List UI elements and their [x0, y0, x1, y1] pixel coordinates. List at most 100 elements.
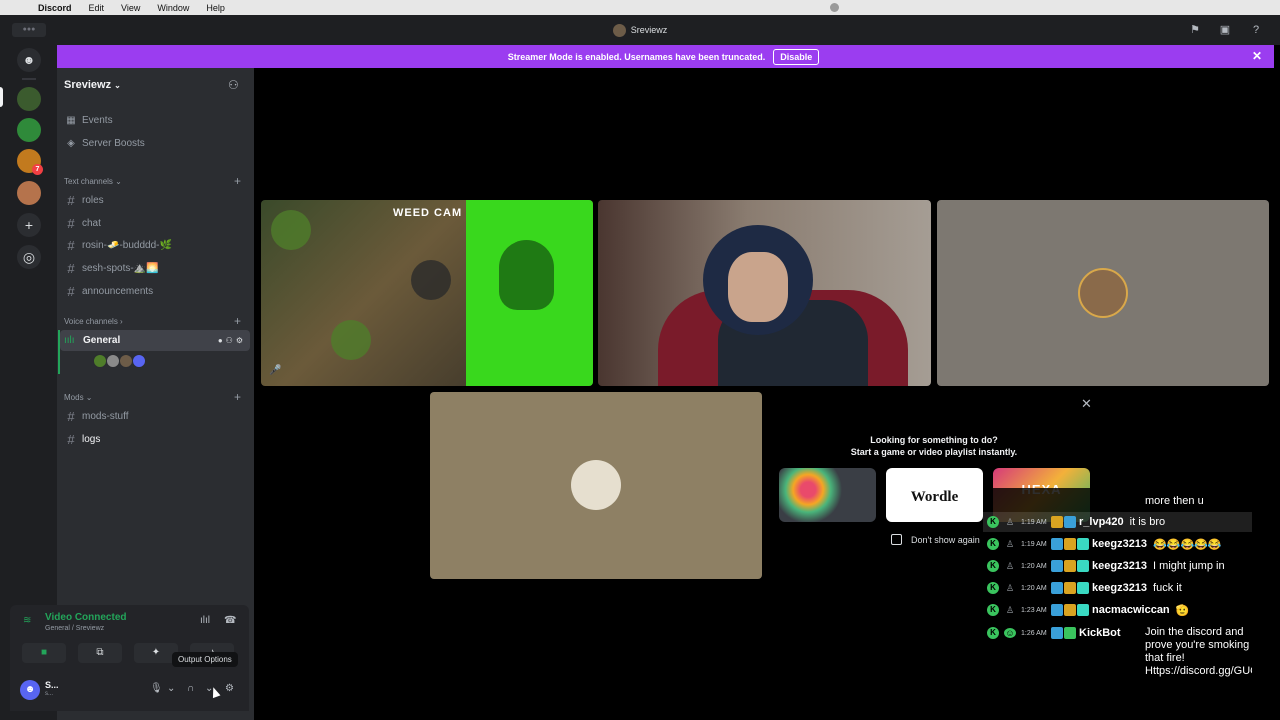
- channel-name: logs: [82, 433, 101, 445]
- sidebar-item-label: Events: [82, 114, 113, 126]
- channel-name: rosin-🧈-budddd-🌿: [82, 239, 172, 251]
- channel-chat[interactable]: # chat: [63, 213, 247, 233]
- user-avatar[interactable]: ☻: [20, 680, 40, 700]
- voice-user-avatar[interactable]: [119, 354, 133, 368]
- inbox-flag-icon[interactable]: ⚑: [1187, 22, 1203, 38]
- channel-mods-stuff[interactable]: # mods-stuff: [63, 406, 247, 426]
- hash-icon: #: [67, 408, 75, 424]
- platform-icon: K: [987, 538, 999, 550]
- video-tile-avatar[interactable]: [937, 200, 1269, 386]
- server-icon[interactable]: [17, 87, 41, 111]
- menu-help[interactable]: Help: [206, 3, 225, 13]
- invite-people-icon[interactable]: ⚇: [228, 78, 239, 92]
- add-channel-icon[interactable]: +: [234, 174, 241, 188]
- voice-channel-general[interactable]: ıılı General ●⚇⚙: [60, 330, 250, 351]
- menu-discord[interactable]: Discord: [38, 3, 72, 13]
- channel-tools-icons[interactable]: ●⚇⚙: [218, 336, 246, 345]
- headphones-icon[interactable]: ∩: [187, 683, 194, 694]
- disable-button[interactable]: Disable: [773, 48, 820, 65]
- user-name[interactable]: S...: [45, 680, 59, 690]
- category-text-channels[interactable]: Text channels ⌄: [64, 177, 122, 186]
- video-tile-weed-cam[interactable]: WEED CAM 🎤: [261, 200, 593, 386]
- menu-edit[interactable]: Edit: [89, 3, 105, 13]
- menu-view[interactable]: View: [121, 3, 140, 13]
- activity-card-puzzle[interactable]: [779, 468, 876, 522]
- active-server-pill: [0, 87, 3, 107]
- voice-user-avatar[interactable]: [106, 354, 120, 368]
- channel-announcements[interactable]: # announcements: [63, 281, 247, 301]
- banner-text: Streamer Mode is enabled. Usernames have…: [507, 51, 766, 62]
- activity-heading: Looking for something to do?: [870, 435, 998, 445]
- chat-message: K ♙ 1:20 AM keegz3213 fuck it: [983, 578, 1252, 598]
- user-badges: [1051, 604, 1089, 616]
- disconnect-icon[interactable]: ☎: [224, 615, 236, 626]
- dont-show-again-checkbox[interactable]: Don't show again: [891, 534, 980, 545]
- sidebar-item-server-boosts[interactable]: ◈ Server Boosts: [63, 133, 145, 153]
- server-icon[interactable]: [17, 118, 41, 142]
- voice-location[interactable]: General / Sreviewz: [45, 625, 104, 632]
- signal-icon[interactable]: ≋: [23, 615, 31, 626]
- message-author: KickBot: [1079, 627, 1121, 639]
- server-name-header[interactable]: Sreviewz ⌄: [64, 79, 121, 91]
- window-title: Sreviewz: [630, 25, 668, 35]
- category-label: Voice channels: [64, 317, 118, 326]
- channel-roles[interactable]: # roles: [63, 190, 247, 210]
- hash-icon: #: [67, 260, 75, 276]
- server-icon[interactable]: [17, 181, 41, 205]
- channel-name: announcements: [82, 285, 154, 297]
- close-icon[interactable]: ✕: [1081, 396, 1092, 412]
- category-mods[interactable]: Mods ⌄: [64, 393, 93, 402]
- user-avatar: [571, 460, 621, 510]
- leaf-decoration: [331, 320, 371, 360]
- cam-label: WEED CAM: [393, 207, 463, 219]
- video-tile-avatar[interactable]: [430, 392, 762, 579]
- leaf-decoration: [271, 210, 311, 250]
- sidebar-item-events[interactable]: ▦ Events: [63, 110, 113, 130]
- hash-icon: #: [67, 192, 75, 208]
- channel-rosin[interactable]: # rosin-🧈-budddd-🌿: [63, 235, 247, 255]
- user-avatar: [1078, 268, 1128, 318]
- activity-card-wordle[interactable]: Wordle: [886, 468, 983, 522]
- notification-badge: 7: [32, 164, 43, 175]
- screen-share-icon[interactable]: ▣: [1217, 22, 1233, 38]
- microphone-icon[interactable]: 🎙: [150, 683, 163, 694]
- noise-suppression-icon[interactable]: ılıl: [200, 615, 210, 626]
- category-voice-channels[interactable]: Voice channels ›: [64, 317, 123, 326]
- user-badges: [1051, 516, 1076, 528]
- chat-message: K ♙ 1:23 AM nacmacwiccan 🫡: [983, 600, 1252, 620]
- voice-status[interactable]: Video Connected: [45, 612, 127, 623]
- video-tile-user[interactable]: [598, 200, 931, 386]
- message-author: keegz3213: [1092, 560, 1148, 572]
- add-channel-icon[interactable]: +: [234, 314, 241, 328]
- channel-logs[interactable]: # logs: [63, 429, 247, 449]
- message-time: 1:19 AM: [1021, 540, 1047, 548]
- menu-window[interactable]: Window: [157, 3, 189, 13]
- category-label: Mods: [64, 393, 84, 402]
- voice-user-avatar[interactable]: [132, 354, 146, 368]
- hash-icon: #: [67, 215, 75, 231]
- category-label: Text channels: [64, 177, 113, 186]
- chat-message: K ♙ 1:19 AM keegz3213 😂😂😂😂😂: [983, 534, 1252, 554]
- chevron-down-icon[interactable]: ⌄: [167, 683, 175, 694]
- screen-share-button[interactable]: ⧉: [78, 643, 122, 663]
- user-icon: ♙: [1005, 538, 1015, 549]
- explore-icon[interactable]: ◎: [17, 245, 41, 269]
- macos-menubar: Discord Edit View Window Help: [0, 0, 1280, 15]
- help-icon[interactable]: ?: [1248, 22, 1264, 38]
- user-status: s...: [45, 691, 54, 697]
- message-author: nacmacwiccan: [1092, 604, 1170, 616]
- add-channel-icon[interactable]: +: [234, 390, 241, 404]
- chat-message: K ♙ 1:20 AM keegz3213 I might jump in: [983, 556, 1252, 576]
- hash-icon: #: [67, 283, 75, 299]
- message-time: 1:26 AM: [1021, 629, 1047, 637]
- close-icon[interactable]: ✕: [1252, 49, 1262, 63]
- discord-home-icon[interactable]: ☻: [17, 48, 41, 72]
- add-server-icon[interactable]: +: [17, 213, 41, 237]
- settings-gear-icon[interactable]: ⚙: [225, 683, 234, 694]
- camera-button[interactable]: ■: [22, 643, 66, 663]
- checkbox[interactable]: [891, 534, 902, 545]
- window-controls[interactable]: ●●●: [12, 23, 46, 37]
- channel-sesh-spots[interactable]: # sesh-spots-⛰️🌅: [63, 258, 247, 278]
- voice-user-avatar[interactable]: [93, 354, 107, 368]
- activity-subheading: Start a game or video playlist instantly…: [850, 447, 1018, 457]
